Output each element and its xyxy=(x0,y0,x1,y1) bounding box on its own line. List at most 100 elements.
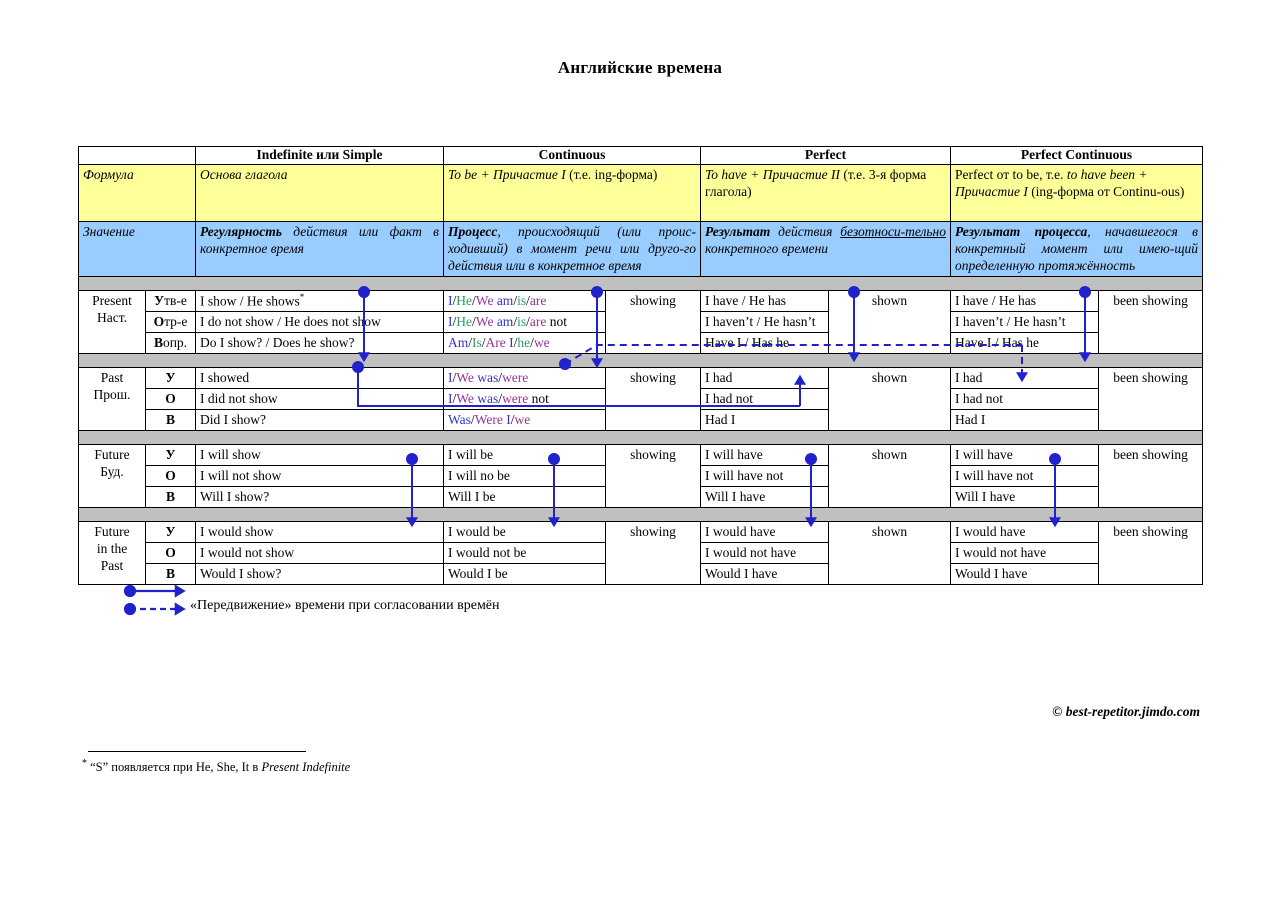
header-perfect-continuous: Perfect Continuous xyxy=(950,146,1204,165)
formula-continuous: To be + Причастие I (т.е. ing-форма) xyxy=(442,163,702,222)
tense-name-cell: Present Наст. xyxy=(78,289,146,354)
cell-perfect-continuous: Have I / Has he xyxy=(950,331,1100,354)
header-perfect: Perfect xyxy=(700,146,952,165)
footnote-ref: * xyxy=(299,291,305,302)
table-row: Future Буд. У I will show I will be showing I … xyxy=(78,443,1204,508)
cell-continuous: I/He/We am/is/are xyxy=(443,289,606,312)
cell-perfect-continuous: I had xyxy=(950,366,1100,389)
cell-perfect-continuous: I will have not xyxy=(950,464,1100,487)
cell-indefinite: I would show xyxy=(195,520,444,543)
form-label-affirmative: У xyxy=(145,520,196,543)
cell-indefinite: I will show xyxy=(195,443,444,466)
cell-perfect: Would I have xyxy=(700,562,830,585)
tense-name-cell: Future Буд. xyxy=(78,443,146,508)
cell-perfect: Had I xyxy=(700,408,830,431)
cell-perfect-participle: shown xyxy=(828,443,952,508)
cell-perfect-continuous: Would I have xyxy=(950,562,1100,585)
footnote-text: “S” появляется при He, She, It в xyxy=(87,760,262,775)
cell-continuous: Will I be xyxy=(443,485,606,508)
tense-name-line: Прош. xyxy=(93,387,131,403)
cell-indefinite: I would not show xyxy=(195,541,444,564)
tense-spacer-row xyxy=(77,506,1204,522)
document-page: Английские времена Indefinite или Simple… xyxy=(0,0,1280,905)
cell-indefinite: Will I show? xyxy=(195,485,444,508)
cell-continuous: I will be xyxy=(443,443,606,466)
tense-name-line: Future xyxy=(94,523,130,539)
formula-pc-b: (ing-форма от Continu-ous) xyxy=(1027,184,1185,200)
footnote-divider xyxy=(88,751,306,752)
tense-name-line: in the xyxy=(96,541,128,557)
cell-perfect-participle: shown xyxy=(828,289,952,354)
form-label-question: В xyxy=(145,562,196,585)
cell-perfect-continuous-participle: been showing xyxy=(1098,443,1204,508)
meaning-pc-bold: Результат процесса xyxy=(955,223,1088,239)
cell-perfect-continuous-participle: been showing xyxy=(1098,520,1204,585)
table-row: Future in the Past У I would show I would be s… xyxy=(78,520,1204,585)
legend-label: «Передвижение» времени при согласовании … xyxy=(190,598,500,613)
cell-perfect: I had not xyxy=(700,387,830,410)
tense-spacer-cell xyxy=(77,429,1204,445)
tense-name-cell: Future in the Past xyxy=(78,520,146,585)
tense-name-line: Past xyxy=(100,369,124,385)
tense-spacer-cell xyxy=(77,352,1204,368)
cell-perfect: I will have xyxy=(700,443,830,466)
table-row: Present Наст. Утв-е I show / He shows* I/He/… xyxy=(78,289,1204,354)
cell-indefinite: Do I show? / Does he show? xyxy=(195,331,444,354)
tense-spacer-cell xyxy=(77,275,1204,291)
cell-perfect-continuous: I had not xyxy=(950,387,1100,410)
form-label-affirmative: У xyxy=(145,366,196,389)
copyright-notice: © best-repetitor.jimdo.com xyxy=(1052,704,1200,719)
tense-spacer-row xyxy=(77,275,1204,291)
tense-name-cell: Past Прош. xyxy=(78,366,146,431)
tense-rows-body: Present Наст. Утв-е I show / He shows* I/He/… xyxy=(77,275,1204,585)
form-label-question: В xyxy=(145,408,196,431)
form-label-negative: О xyxy=(145,387,196,410)
form-label-affirmative: Утв-е xyxy=(145,289,196,312)
meaning-indefinite: Регулярность действия или факт в конкрет… xyxy=(195,220,444,277)
cell-continuous-participle: showing xyxy=(604,366,702,431)
cell-continuous: Would I be xyxy=(443,562,606,585)
cell-continuous-participle: showing xyxy=(604,443,702,508)
cell-perfect: I would not have xyxy=(700,541,830,564)
cell-perfect-participle: shown xyxy=(828,520,952,585)
meaning-perfect-underline: безотноси-тельно xyxy=(840,223,947,239)
tense-spacer-cell xyxy=(77,506,1204,522)
formula-perfect-continuous: Perfect от to be, т.е. to have been + Пр… xyxy=(950,163,1204,222)
tense-spacer-row xyxy=(77,352,1204,368)
cell-indefinite: Would I show? xyxy=(195,562,444,585)
cell-perfect: I haven’t / He hasn’t xyxy=(700,310,830,333)
header-indefinite: Indefinite или Simple xyxy=(195,146,444,165)
cell-continuous: I will no be xyxy=(443,464,606,487)
tense-name-line: Future xyxy=(94,446,130,462)
cell-indefinite: I showed xyxy=(195,366,444,389)
cell-indefinite: I did not show xyxy=(195,387,444,410)
cell-perfect-continuous: I will have xyxy=(950,443,1100,466)
tense-name-line: Наст. xyxy=(97,310,127,326)
formula-continuous-italic: To be xyxy=(448,166,478,182)
cell-continuous: I would be xyxy=(443,520,606,543)
form-label-negative: О xyxy=(145,541,196,564)
cell-perfect: I had xyxy=(700,366,830,389)
meaning-perfect: Результат действия безотноси-тельно конк… xyxy=(700,220,952,277)
formula-continuous-tail: (т.е. ing-форма) xyxy=(565,166,658,182)
meaning-label: Значение xyxy=(78,220,196,277)
tense-name-line: Буд. xyxy=(100,464,124,480)
cell-indefinite: Did I show? xyxy=(195,408,444,431)
cell-perfect: I will have not xyxy=(700,464,830,487)
form-label-negative: О xyxy=(145,464,196,487)
cell-continuous: I/He/We am/is/are not xyxy=(443,310,606,333)
header-continuous: Continuous xyxy=(442,146,702,165)
form-label-affirmative: У xyxy=(145,443,196,466)
cell-continuous: I would not be xyxy=(443,541,606,564)
header-corner xyxy=(78,146,196,165)
cell-continuous: I/We was/were not xyxy=(443,387,606,410)
cell-perfect: I would have xyxy=(700,520,830,543)
cell-indefinite: I show / He shows* xyxy=(195,289,444,312)
meaning-indefinite-bold: Регулярность xyxy=(200,223,282,239)
tenses-table: Indefinite или Simple Continuous Perfect… xyxy=(77,146,1204,585)
cell-continuous-participle: showing xyxy=(604,520,702,585)
tense-name-line: Past xyxy=(100,558,124,574)
cell-perfect-participle: shown xyxy=(828,366,952,431)
meaning-perfect-mid: действия xyxy=(770,223,841,239)
formula-row: Формула Основа глагола To be + Причастие… xyxy=(78,163,1204,222)
